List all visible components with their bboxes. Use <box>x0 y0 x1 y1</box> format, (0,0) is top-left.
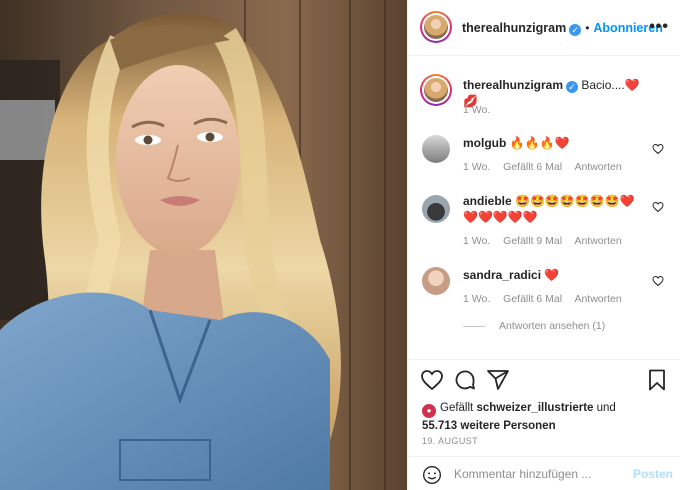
emoji-icon[interactable] <box>422 465 442 485</box>
comment-text: sandra_radici ❤️ <box>463 267 651 283</box>
heart-icon[interactable] <box>652 143 664 155</box>
post-actions: ● Gefällt schweizer_illustrierte und 55.7… <box>408 359 680 490</box>
verified-icon: ✓ <box>569 24 582 36</box>
portrait-image <box>0 0 407 490</box>
caption-meta: 1 Wo. <box>463 104 500 116</box>
verified-icon: ✓ <box>566 81 579 93</box>
comment-input[interactable] <box>454 467 624 481</box>
caption-avatar[interactable] <box>420 74 452 106</box>
comment-username[interactable]: andieble <box>463 194 512 208</box>
comment-avatar[interactable] <box>422 135 450 163</box>
comment-username[interactable]: molgub <box>463 136 506 150</box>
bookmark-icon[interactable] <box>645 368 669 392</box>
heart-icon[interactable] <box>652 201 664 213</box>
reply-button[interactable]: Antworten <box>574 161 621 173</box>
likes-and: und <box>596 402 616 414</box>
comment-meta: 1 Wo. Gefällt 6 Mal Antworten <box>463 161 632 173</box>
caption-username[interactable]: therealhunzigram <box>463 78 563 92</box>
comment-time[interactable]: 1 Wo. <box>463 235 490 247</box>
comment-likes[interactable]: Gefällt 9 Mal <box>503 235 562 247</box>
likes-count[interactable]: 55.713 weitere Personen <box>422 420 556 432</box>
comment-text: molgub 🔥🔥🔥❤️ <box>463 135 651 151</box>
caption-time[interactable]: 1 Wo. <box>463 104 490 116</box>
likes-prefix: Gefällt <box>440 402 474 414</box>
liker-avatar[interactable]: ● <box>422 404 436 418</box>
comment-username[interactable]: sandra_radici <box>463 268 541 282</box>
comment-icon[interactable] <box>453 368 477 392</box>
likes-user[interactable]: schweizer_illustrierte <box>476 402 593 414</box>
comment-text: andieble 🤩🤩🤩🤩🤩🤩🤩❤️ ❤️❤️❤️❤️❤️ <box>463 193 651 225</box>
comment-avatar[interactable] <box>422 195 450 223</box>
comment-time[interactable]: 1 Wo. <box>463 293 490 305</box>
header-author: therealhunzigram ✓ • Abonnieren <box>462 19 663 37</box>
header-separator: • <box>585 21 590 35</box>
author-username[interactable]: therealhunzigram <box>462 21 566 35</box>
share-icon[interactable] <box>486 368 510 392</box>
comment-body: 🤩🤩🤩🤩🤩🤩🤩❤️ <box>515 194 635 208</box>
comment-body: 🔥🔥🔥❤️ <box>509 136 570 150</box>
comments-list[interactable]: therealhunzigram ✓ Bacio....❤️💋 1 Wo. mol… <box>408 57 680 359</box>
reply-button[interactable]: Antworten <box>574 235 621 247</box>
more-dots-icon[interactable]: ••• <box>649 18 669 36</box>
comment-avatar[interactable] <box>422 267 450 295</box>
post-button[interactable]: Posten <box>633 467 673 481</box>
post-header: therealhunzigram ✓ • Abonnieren ••• <box>408 0 680 56</box>
comment-composer: Posten <box>408 456 680 490</box>
comment-likes[interactable]: Gefällt 6 Mal <box>503 161 562 173</box>
post-photo[interactable] <box>0 0 407 490</box>
comment-body: ❤️ <box>544 268 560 282</box>
comment-meta: 1 Wo. Gefällt 9 Mal Antworten <box>463 235 632 247</box>
post-date[interactable]: 19. AUGUST <box>422 436 478 446</box>
likes-summary: ● Gefällt schweizer_illustrierte und 55.7… <box>422 400 616 434</box>
comment-likes[interactable]: Gefällt 6 Mal <box>503 293 562 305</box>
author-avatar[interactable] <box>420 11 452 43</box>
comment-body-line2: ❤️❤️❤️❤️❤️ <box>463 210 538 224</box>
comment-meta: 1 Wo. Gefällt 6 Mal Antworten <box>463 293 632 305</box>
heart-icon[interactable] <box>652 275 664 287</box>
post-sidebar: therealhunzigram ✓ • Abonnieren ••• thereal… <box>407 0 680 490</box>
view-replies-link[interactable]: Antworten ansehen (1) <box>463 320 605 332</box>
reply-button[interactable]: Antworten <box>574 293 621 305</box>
heart-icon[interactable] <box>420 368 444 392</box>
comment-time[interactable]: 1 Wo. <box>463 161 490 173</box>
